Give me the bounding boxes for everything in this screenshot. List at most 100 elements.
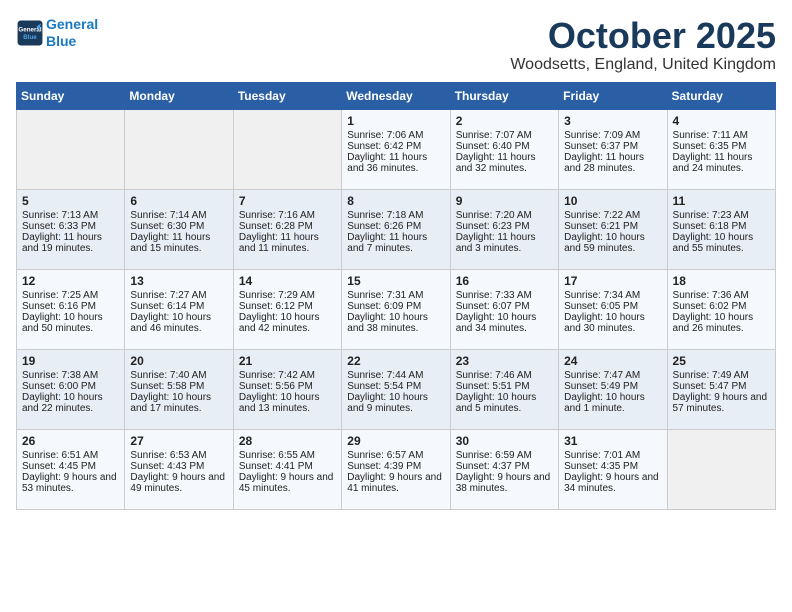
calendar-cell: 8Sunrise: 7:18 AMSunset: 6:26 PMDaylight…	[342, 189, 450, 269]
calendar-cell: 16Sunrise: 7:33 AMSunset: 6:07 PMDayligh…	[450, 269, 558, 349]
calendar-cell	[667, 429, 775, 509]
calendar-cell: 22Sunrise: 7:44 AMSunset: 5:54 PMDayligh…	[342, 349, 450, 429]
day-number: 3	[564, 114, 661, 128]
calendar-cell: 28Sunrise: 6:55 AMSunset: 4:41 PMDayligh…	[233, 429, 341, 509]
calendar-cell: 1Sunrise: 7:06 AMSunset: 6:42 PMDaylight…	[342, 109, 450, 189]
calendar-cell: 19Sunrise: 7:38 AMSunset: 6:00 PMDayligh…	[17, 349, 125, 429]
day-info: Sunrise: 7:01 AM	[564, 450, 661, 461]
calendar-cell: 27Sunrise: 6:53 AMSunset: 4:43 PMDayligh…	[125, 429, 233, 509]
month-title: October 2025	[510, 16, 776, 56]
day-number: 2	[456, 114, 553, 128]
day-info: Sunrise: 7:22 AM	[564, 210, 661, 221]
day-info: Daylight: 10 hours and 50 minutes.	[22, 312, 119, 334]
day-info: Sunset: 6:00 PM	[22, 381, 119, 392]
day-info: Sunset: 6:05 PM	[564, 301, 661, 312]
day-number: 17	[564, 274, 661, 288]
day-info: Daylight: 10 hours and 38 minutes.	[347, 312, 444, 334]
day-info: Sunset: 5:51 PM	[456, 381, 553, 392]
day-number: 27	[130, 434, 227, 448]
day-info: Sunset: 6:07 PM	[456, 301, 553, 312]
day-info: Daylight: 11 hours and 24 minutes.	[673, 152, 770, 174]
day-info: Daylight: 10 hours and 46 minutes.	[130, 312, 227, 334]
weekday-header-wednesday: Wednesday	[342, 82, 450, 109]
day-info: Sunrise: 7:44 AM	[347, 370, 444, 381]
day-info: Sunset: 5:54 PM	[347, 381, 444, 392]
day-info: Daylight: 10 hours and 13 minutes.	[239, 392, 336, 414]
day-info: Daylight: 10 hours and 26 minutes.	[673, 312, 770, 334]
weekday-header-thursday: Thursday	[450, 82, 558, 109]
day-info: Sunset: 4:35 PM	[564, 461, 661, 472]
day-number: 24	[564, 354, 661, 368]
day-info: Sunset: 6:33 PM	[22, 221, 119, 232]
day-info: Sunset: 6:37 PM	[564, 141, 661, 152]
day-info: Daylight: 9 hours and 57 minutes.	[673, 392, 770, 414]
calendar-cell: 29Sunrise: 6:57 AMSunset: 4:39 PMDayligh…	[342, 429, 450, 509]
day-number: 9	[456, 194, 553, 208]
day-number: 1	[347, 114, 444, 128]
day-info: Sunset: 6:26 PM	[347, 221, 444, 232]
weekday-header-sunday: Sunday	[17, 82, 125, 109]
weekday-header-tuesday: Tuesday	[233, 82, 341, 109]
day-info: Daylight: 11 hours and 19 minutes.	[22, 232, 119, 254]
day-info: Daylight: 10 hours and 5 minutes.	[456, 392, 553, 414]
day-info: Daylight: 11 hours and 36 minutes.	[347, 152, 444, 174]
day-number: 12	[22, 274, 119, 288]
page-header: General Blue General Blue October 2025 W…	[16, 16, 776, 74]
day-number: 19	[22, 354, 119, 368]
day-info: Sunrise: 6:51 AM	[22, 450, 119, 461]
calendar-cell: 2Sunrise: 7:07 AMSunset: 6:40 PMDaylight…	[450, 109, 558, 189]
day-info: Sunrise: 7:49 AM	[673, 370, 770, 381]
calendar-cell: 11Sunrise: 7:23 AMSunset: 6:18 PMDayligh…	[667, 189, 775, 269]
day-number: 5	[22, 194, 119, 208]
calendar-cell: 14Sunrise: 7:29 AMSunset: 6:12 PMDayligh…	[233, 269, 341, 349]
calendar-cell: 31Sunrise: 7:01 AMSunset: 4:35 PMDayligh…	[559, 429, 667, 509]
day-info: Sunrise: 7:34 AM	[564, 290, 661, 301]
calendar-cell: 21Sunrise: 7:42 AMSunset: 5:56 PMDayligh…	[233, 349, 341, 429]
day-info: Sunset: 6:40 PM	[456, 141, 553, 152]
calendar-cell: 25Sunrise: 7:49 AMSunset: 5:47 PMDayligh…	[667, 349, 775, 429]
day-info: Daylight: 10 hours and 55 minutes.	[673, 232, 770, 254]
day-number: 7	[239, 194, 336, 208]
weekday-header-monday: Monday	[125, 82, 233, 109]
day-number: 15	[347, 274, 444, 288]
day-number: 13	[130, 274, 227, 288]
day-info: Daylight: 10 hours and 30 minutes.	[564, 312, 661, 334]
calendar-week-row: 26Sunrise: 6:51 AMSunset: 4:45 PMDayligh…	[17, 429, 776, 509]
day-info: Sunset: 6:30 PM	[130, 221, 227, 232]
calendar-week-row: 19Sunrise: 7:38 AMSunset: 6:00 PMDayligh…	[17, 349, 776, 429]
day-info: Sunrise: 7:18 AM	[347, 210, 444, 221]
day-info: Sunrise: 7:13 AM	[22, 210, 119, 221]
day-info: Sunset: 6:14 PM	[130, 301, 227, 312]
day-info: Sunset: 6:12 PM	[239, 301, 336, 312]
day-number: 22	[347, 354, 444, 368]
day-info: Sunrise: 7:46 AM	[456, 370, 553, 381]
day-info: Sunset: 4:39 PM	[347, 461, 444, 472]
day-info: Sunrise: 7:29 AM	[239, 290, 336, 301]
day-info: Sunset: 5:58 PM	[130, 381, 227, 392]
day-number: 10	[564, 194, 661, 208]
day-info: Sunrise: 6:55 AM	[239, 450, 336, 461]
day-info: Sunrise: 7:09 AM	[564, 130, 661, 141]
calendar-cell	[125, 109, 233, 189]
day-info: Daylight: 9 hours and 41 minutes.	[347, 472, 444, 494]
day-info: Daylight: 10 hours and 22 minutes.	[22, 392, 119, 414]
day-info: Sunset: 6:16 PM	[22, 301, 119, 312]
calendar-cell: 24Sunrise: 7:47 AMSunset: 5:49 PMDayligh…	[559, 349, 667, 429]
calendar-cell: 20Sunrise: 7:40 AMSunset: 5:58 PMDayligh…	[125, 349, 233, 429]
day-info: Sunset: 6:28 PM	[239, 221, 336, 232]
day-info: Sunrise: 7:33 AM	[456, 290, 553, 301]
day-info: Daylight: 9 hours and 45 minutes.	[239, 472, 336, 494]
day-info: Daylight: 9 hours and 53 minutes.	[22, 472, 119, 494]
calendar-cell: 30Sunrise: 6:59 AMSunset: 4:37 PMDayligh…	[450, 429, 558, 509]
day-number: 26	[22, 434, 119, 448]
day-number: 29	[347, 434, 444, 448]
day-info: Daylight: 10 hours and 59 minutes.	[564, 232, 661, 254]
weekday-header-friday: Friday	[559, 82, 667, 109]
calendar-cell	[17, 109, 125, 189]
calendar-cell: 10Sunrise: 7:22 AMSunset: 6:21 PMDayligh…	[559, 189, 667, 269]
day-number: 25	[673, 354, 770, 368]
calendar-cell: 4Sunrise: 7:11 AMSunset: 6:35 PMDaylight…	[667, 109, 775, 189]
calendar-cell: 12Sunrise: 7:25 AMSunset: 6:16 PMDayligh…	[17, 269, 125, 349]
day-info: Sunset: 5:49 PM	[564, 381, 661, 392]
day-number: 8	[347, 194, 444, 208]
